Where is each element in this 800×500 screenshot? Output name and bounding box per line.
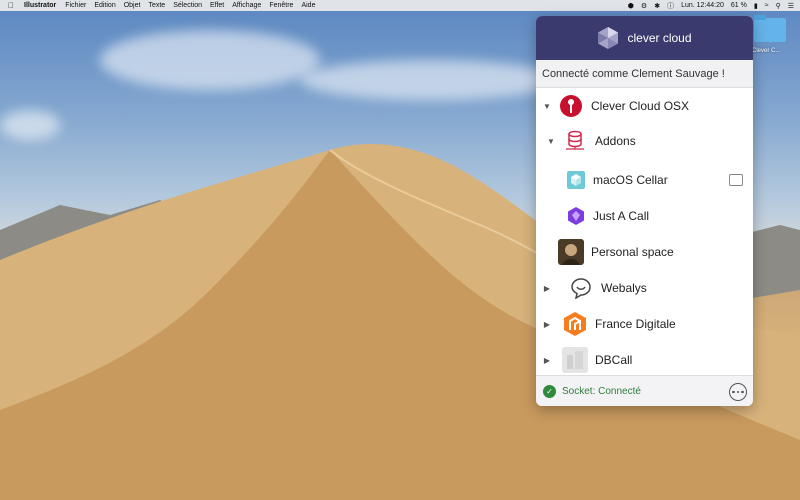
panel-footer: ✓ Socket: Connecté [536, 375, 753, 406]
tree-item-label: Just A Call [593, 209, 650, 223]
cellar-cube-icon [566, 170, 586, 190]
tree-item-label: France Digitale [595, 317, 676, 331]
just-a-call-logo-icon [566, 206, 586, 226]
wifi-icon[interactable]: ≈ [765, 2, 769, 9]
clever-cloud-logo-icon [598, 27, 619, 49]
organization-tree: ▼ Clever Cloud OSX ▼ Addons macOS Cellar [536, 88, 753, 375]
tree-item-label: macOS Cellar [593, 173, 668, 187]
menu-item-selection[interactable]: Sélection [173, 2, 202, 9]
tree-item-just-a-call[interactable]: Just A Call [536, 199, 753, 233]
expanded-triangle-icon[interactable]: ▼ [542, 102, 552, 111]
menu-item-effet[interactable]: Effet [210, 2, 224, 9]
tree-item-label: Addons [595, 134, 636, 148]
brand-name: clever cloud [627, 31, 692, 45]
panel-header: clever cloud [536, 16, 753, 60]
connected-user-banner: Connecté comme Clement Sauvage ! [536, 60, 753, 88]
france-digitale-logo-icon [562, 311, 588, 337]
database-icon [562, 128, 588, 154]
desktop-folder-label[interactable]: Clever C... [752, 48, 780, 54]
socket-status: Socket: Connecté [562, 385, 641, 397]
tree-item-label: Clever Cloud OSX [591, 99, 690, 113]
clever-cloud-tray-icon[interactable]: ⬢ [628, 2, 634, 10]
tree-item-label: Personal space [591, 245, 674, 259]
menu-item-fenetre[interactable]: Fenêtre [269, 2, 293, 9]
menu-item-edition[interactable]: Edition [94, 2, 115, 9]
search-icon[interactable]: ⚲ [776, 2, 781, 10]
menu-item-affichage[interactable]: Affichage [232, 2, 261, 9]
collapsed-triangle-icon[interactable]: ▶ [542, 356, 552, 365]
bluetooth-icon[interactable]: ✱ [654, 2, 660, 10]
settings-tray-icon[interactable]: ⚙ [641, 2, 647, 10]
user-avatar [558, 239, 584, 265]
info-tray-icon[interactable]: ⓘ [667, 1, 674, 11]
battery-percent: 61 % [730, 2, 747, 9]
org-avatar-clever-cloud-osx [558, 93, 584, 119]
menu-bar:  Illustrator Fichier Edition Objet Text… [0, 0, 800, 11]
clever-cloud-popup: clever cloud Connecté comme Clement Sauv… [536, 16, 753, 406]
apple-icon[interactable]:  [8, 1, 14, 10]
battery-icon[interactable]: ▮ [754, 2, 758, 10]
tree-item-addons[interactable]: ▼ Addons [536, 124, 753, 158]
menu-item-fichier[interactable]: Fichier [65, 2, 86, 9]
menu-item-objet[interactable]: Objet [124, 2, 141, 9]
more-options-icon[interactable] [729, 383, 747, 401]
collapsed-triangle-icon[interactable]: ▶ [542, 284, 552, 293]
clock-text[interactable]: Lun. 12:44:20 [681, 2, 724, 9]
menu-item-texte[interactable]: Texte [148, 2, 165, 9]
expanded-triangle-icon[interactable]: ▼ [546, 137, 556, 146]
collapsed-triangle-icon[interactable]: ▶ [542, 320, 552, 329]
control-center-icon[interactable]: ☰ [788, 2, 794, 10]
dbcall-logo-icon [562, 347, 588, 373]
tree-item-macos-cellar[interactable]: macOS Cellar [536, 163, 753, 197]
tree-item-label: Webalys [601, 281, 647, 295]
tree-item-france-digitale[interactable]: ▶ France Digitale [536, 307, 753, 341]
open-addon-icon[interactable] [729, 174, 743, 186]
desktop-folder-icon[interactable] [754, 15, 786, 42]
menu-app-name[interactable]: Illustrator [24, 2, 56, 9]
tree-item-dbcall[interactable]: ▶ DBCall [536, 343, 753, 377]
menu-item-aide[interactable]: Aide [301, 2, 315, 9]
tree-item-webalys[interactable]: ▶ Webalys [536, 271, 753, 305]
webalys-logo-icon [568, 275, 594, 301]
connected-check-icon: ✓ [543, 384, 556, 398]
tree-item-clever-cloud-osx[interactable]: ▼ Clever Cloud OSX [536, 89, 753, 123]
tree-item-personal-space[interactable]: Personal space [536, 235, 753, 269]
tree-item-label: DBCall [595, 353, 633, 367]
